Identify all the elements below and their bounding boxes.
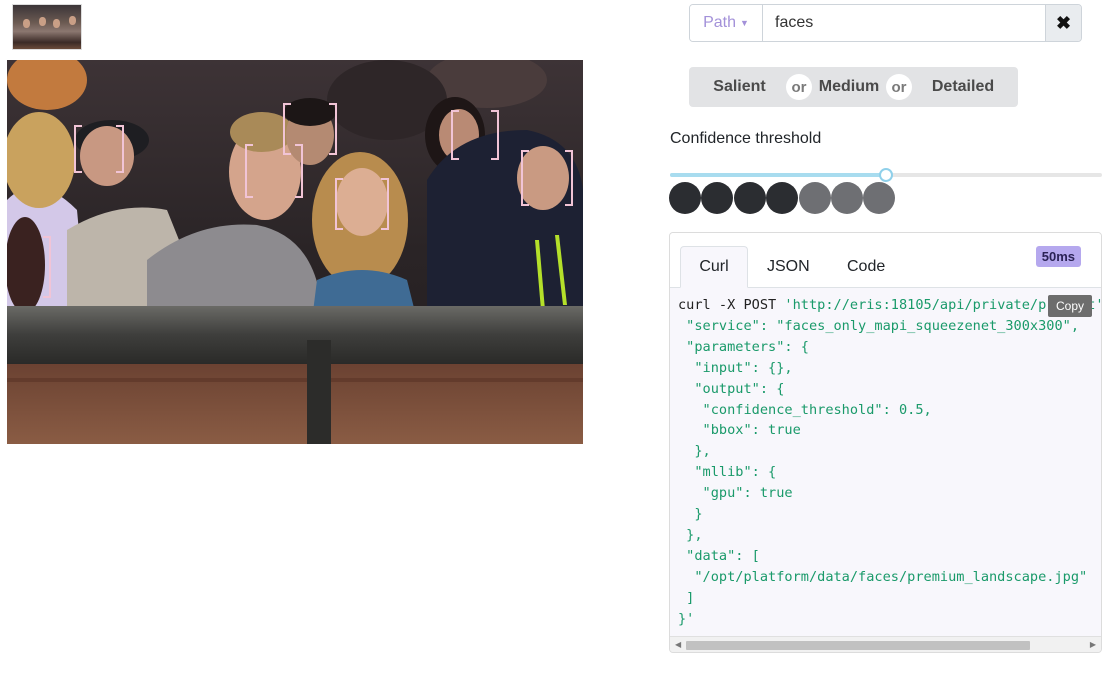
face-bbox	[451, 110, 499, 160]
code-line: "bbox": true	[678, 422, 801, 438]
confidence-level-dot[interactable]	[798, 182, 831, 214]
close-icon: ✖	[1055, 12, 1072, 33]
detail-level-selector: Salient or Medium or Detailed	[689, 67, 1018, 107]
face-bbox	[335, 178, 389, 230]
face-bbox	[521, 150, 573, 206]
thumb-face	[69, 16, 76, 25]
code-line: "/opt/platform/data/faces/premium_landsc…	[678, 569, 1087, 585]
code-command: curl -X POST	[678, 297, 785, 313]
scroll-left-icon[interactable]: ◀	[675, 640, 681, 649]
result-photo	[7, 60, 583, 444]
code-string: "bbox": true	[678, 422, 801, 439]
code-string: },	[678, 526, 703, 543]
tab-code[interactable]: Code	[830, 246, 902, 288]
code-line: },	[678, 443, 711, 460]
or-separator: or	[886, 74, 912, 100]
confidence-threshold-label: Confidence threshold	[670, 130, 822, 147]
confidence-level-dot[interactable]	[701, 182, 734, 214]
code-line: "data": [	[678, 548, 760, 564]
search-input[interactable]	[763, 5, 1045, 41]
code-string: },	[678, 443, 711, 460]
face-bbox	[283, 103, 337, 155]
thumb-face	[23, 19, 30, 28]
code-string: "data": [	[678, 547, 760, 564]
clear-search-button[interactable]: ✖	[1045, 5, 1081, 41]
code-string: "gpu": true	[678, 485, 793, 502]
face-bbox	[7, 236, 51, 298]
code-string: "/opt/platform/data/faces/premium_landsc…	[678, 568, 1088, 585]
detailed-button[interactable]: Detailed	[908, 67, 1018, 107]
code-tabs: Curl JSON Code 50ms	[670, 233, 1101, 288]
thumb-face	[53, 19, 60, 28]
slider-handle[interactable]	[879, 168, 893, 182]
chevron-down-icon: ▼	[740, 18, 749, 28]
confidence-level-dot[interactable]	[733, 182, 766, 214]
code-string: "output": {	[678, 380, 785, 397]
scroll-right-icon[interactable]: ▶	[1090, 640, 1096, 649]
search-bar: Path ▼ ✖	[689, 4, 1082, 42]
path-dropdown-button[interactable]: Path ▼	[690, 5, 763, 41]
confidence-slider[interactable]	[670, 168, 1102, 182]
tab-curl[interactable]: Curl	[680, 246, 748, 288]
code-line: "parameters": {	[678, 339, 809, 355]
code-string: "confidence_threshold": 0.5,	[678, 401, 932, 418]
or-separator: or	[786, 74, 812, 100]
code-line: }	[678, 506, 703, 523]
code-line: "confidence_threshold": 0.5,	[678, 402, 932, 418]
confidence-level-dot[interactable]	[830, 182, 863, 214]
scrollbar-thumb[interactable]	[686, 641, 1030, 650]
code-string: }	[678, 506, 703, 523]
confidence-level-dot[interactable]	[669, 182, 701, 214]
copy-button[interactable]: Copy	[1048, 295, 1092, 317]
tab-json[interactable]: JSON	[750, 246, 824, 288]
salient-button[interactable]: Salient	[689, 67, 790, 107]
code-line: }'	[678, 611, 694, 627]
code-string: "mllib": {	[678, 464, 777, 481]
code-string: }'	[678, 610, 695, 627]
medium-button[interactable]: Medium	[808, 67, 890, 107]
slider-fill	[670, 173, 886, 177]
code-line: "service": "faces_only_mapi_squeezenet_3…	[678, 318, 1079, 334]
code-line: "output": {	[678, 381, 784, 397]
confidence-level-dots	[669, 182, 896, 214]
code-string: "service": "faces_only_mapi_squeezenet_3…	[678, 317, 1080, 334]
confidence-level-dot[interactable]	[863, 182, 896, 214]
curl-code-block: curl -X POST 'http://eris:18105/api/priv…	[670, 288, 1101, 636]
code-string: "input": {},	[678, 359, 793, 376]
timing-badge: 50ms	[1035, 246, 1081, 267]
thumb-face	[39, 17, 46, 26]
code-line: curl -X POST 'http://eris:18105/api/priv…	[678, 297, 1101, 313]
path-dropdown-label: Path	[703, 14, 736, 31]
image-thumbnail[interactable]	[12, 4, 82, 50]
request-panel: Curl JSON Code 50ms curl -X POST 'http:/…	[669, 232, 1102, 653]
code-line: "mllib": {	[678, 464, 776, 480]
horizontal-scrollbar[interactable]: ◀ ▶	[670, 636, 1101, 652]
code-line: },	[678, 526, 703, 543]
code-string: ]	[678, 589, 695, 606]
code-line: ]	[678, 590, 694, 606]
confidence-level-dot[interactable]	[766, 182, 799, 214]
face-bbox	[74, 125, 124, 173]
code-line: "input": {},	[678, 359, 793, 376]
code-line: "gpu": true	[678, 485, 793, 501]
code-string: "parameters": {	[678, 338, 809, 355]
